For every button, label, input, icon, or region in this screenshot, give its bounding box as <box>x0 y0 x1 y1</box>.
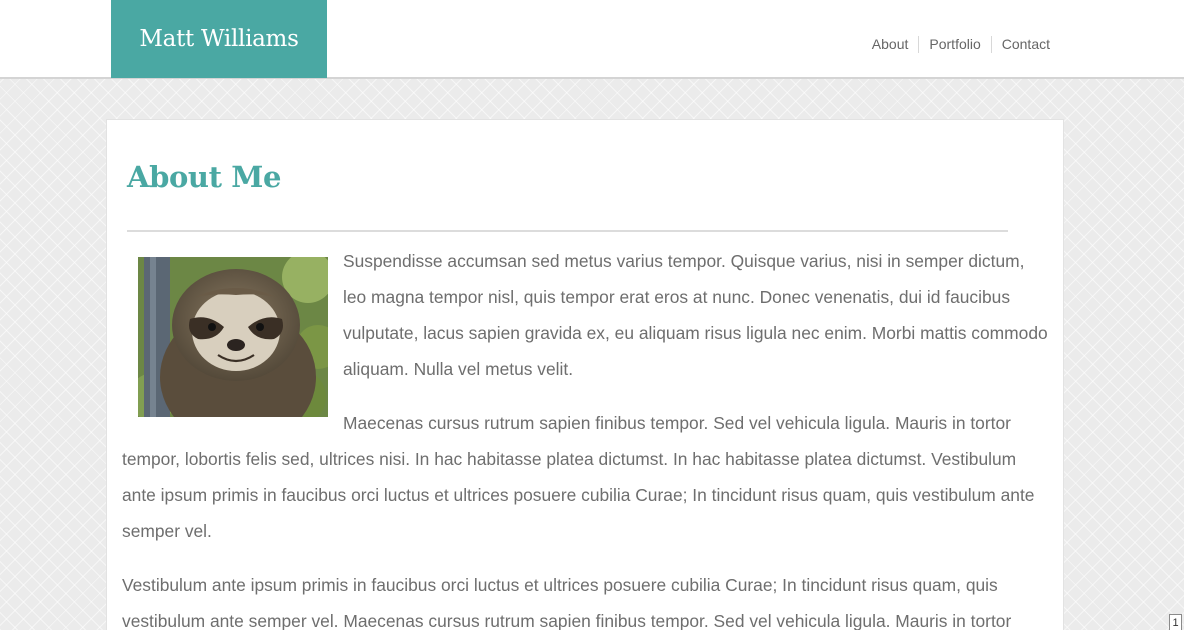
nav-link-portfolio[interactable]: Portfolio <box>918 36 990 53</box>
paragraph-2: Maecenas cursus rutrum sapien finibus te… <box>122 413 1035 541</box>
title-divider <box>127 230 1008 232</box>
nav-link-contact[interactable]: Contact <box>990 36 1060 53</box>
nav-link-about[interactable]: About <box>862 36 919 53</box>
site-header: Matt Williams About Portfolio Contact <box>0 0 1184 79</box>
brand-logo-link[interactable]: Matt Williams <box>111 0 327 78</box>
main-nav: About Portfolio Contact <box>862 36 1060 53</box>
about-content: Suspendisse accumsan sed metus varius te… <box>122 243 1048 630</box>
about-card: About Me Suspendisse accumsan sed metus … <box>106 119 1064 630</box>
page-title: About Me <box>127 160 282 194</box>
sloth-photo <box>138 257 328 417</box>
paragraph-3: Vestibulum ante ipsum primis in faucibus… <box>122 575 1012 630</box>
page-number-badge: 1 <box>1169 614 1182 630</box>
